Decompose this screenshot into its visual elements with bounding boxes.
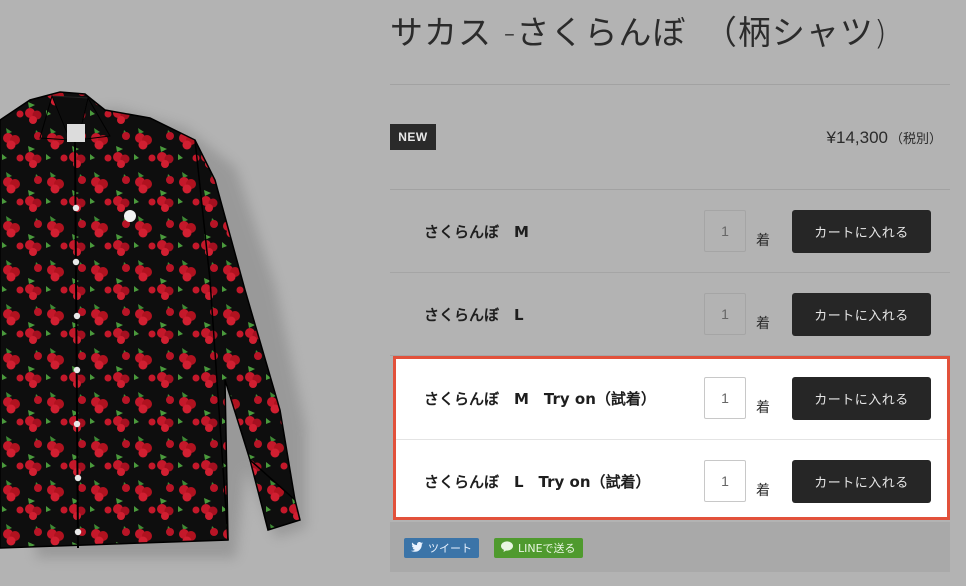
quantity-input[interactable]: 1 bbox=[704, 293, 746, 335]
unit-label: 着 bbox=[756, 400, 770, 416]
line-chat-icon bbox=[501, 541, 513, 555]
new-badge: NEW bbox=[390, 124, 436, 150]
variant-row-try-on: さくらんぼ L Try on（試着） 1 着 カートに入れる bbox=[390, 440, 950, 522]
twitter-bird-icon bbox=[411, 541, 423, 555]
tax-note: （税別） bbox=[889, 131, 942, 146]
variant-name: さくらんぼ L bbox=[424, 305, 524, 324]
product-image bbox=[0, 80, 330, 580]
product-title: サカス -さくらんぼ （柄シャツ) bbox=[390, 13, 888, 52]
line-label: LINEで送る bbox=[518, 542, 576, 555]
price-value: ¥14,300 bbox=[826, 128, 888, 147]
variant-name: さくらんぼ M Try on（試着） bbox=[424, 389, 656, 408]
price: ¥14,300 （税別） bbox=[827, 128, 942, 148]
add-to-cart-button[interactable]: カートに入れる bbox=[792, 210, 931, 253]
variant-row-try-on: さくらんぼ M Try on（試着） 1 着 カートに入れる bbox=[390, 357, 950, 439]
add-to-cart-button[interactable]: カートに入れる bbox=[792, 293, 931, 336]
variant-row: さくらんぼ M 1 着 カートに入れる bbox=[390, 190, 950, 272]
tweet-button[interactable]: ツイート bbox=[404, 538, 479, 558]
variant-row: さくらんぼ L 1 着 カートに入れる bbox=[390, 273, 950, 355]
unit-label: 着 bbox=[756, 316, 770, 332]
add-to-cart-button[interactable]: カートに入れる bbox=[792, 460, 931, 503]
tweet-label: ツイート bbox=[428, 542, 472, 555]
line-share-button[interactable]: LINEで送る bbox=[494, 538, 583, 558]
unit-label: 着 bbox=[756, 483, 770, 499]
quantity-input[interactable]: 1 bbox=[704, 210, 746, 252]
share-bar: ツイート LINEで送る bbox=[390, 522, 950, 572]
unit-label: 着 bbox=[756, 233, 770, 249]
title-divider bbox=[390, 84, 950, 85]
variant-name: さくらんぼ M bbox=[424, 222, 529, 241]
add-to-cart-button[interactable]: カートに入れる bbox=[792, 377, 931, 420]
quantity-input[interactable]: 1 bbox=[704, 377, 746, 419]
quantity-input[interactable]: 1 bbox=[704, 460, 746, 502]
variant-name: さくらんぼ L Try on（試着） bbox=[424, 472, 651, 491]
